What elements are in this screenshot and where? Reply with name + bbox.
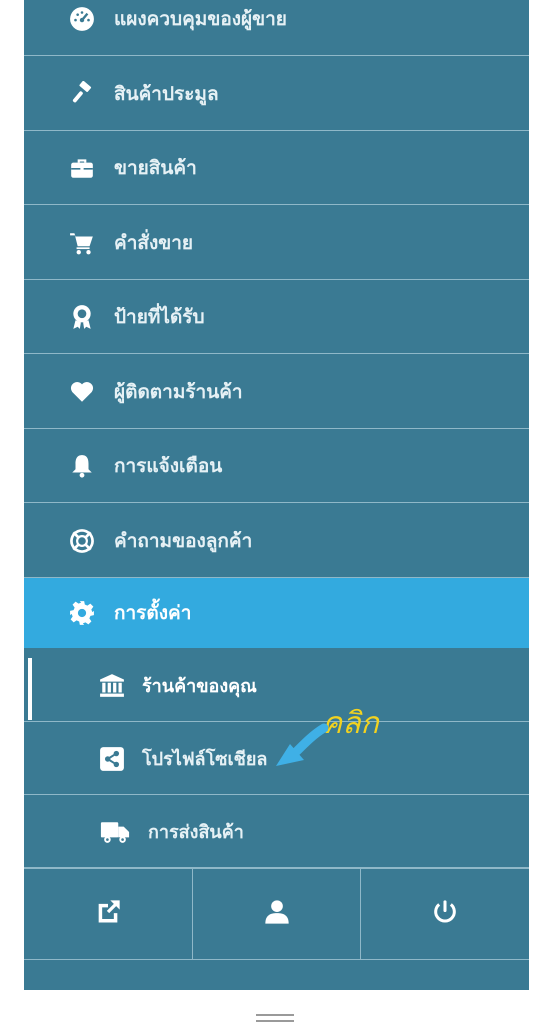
seller-sidebar: แผงควบคุมของผู้ขาย สินค้าประมูล ขายสินค้… [24, 0, 529, 990]
submenu-item-label: ร้านค้าของคุณ [142, 676, 257, 697]
menu-item-label: ป้ายที่ได้รับ [114, 305, 205, 328]
menu-item-shop-followers[interactable]: ผู้ติดตามร้านค้า [24, 355, 529, 429]
menu-item-received-badges[interactable]: ป้ายที่ได้รับ [24, 280, 529, 354]
briefcase-icon [68, 154, 96, 182]
truck-icon [98, 818, 132, 846]
menu-item-sales-orders[interactable]: คำสั่งขาย [24, 206, 529, 280]
home-indicator [256, 1014, 294, 1024]
submenu-item-your-shop[interactable]: ร้านค้าของคุณ [24, 650, 529, 722]
click-annotation-label: คลิก [322, 706, 379, 741]
menu-item-label: สินค้าประมูล [114, 82, 219, 105]
menu-item-seller-dashboard[interactable]: แผงควบคุมของผู้ขาย [24, 0, 529, 56]
power-icon [431, 898, 459, 930]
lifebuoy-icon [68, 527, 96, 555]
external-link-icon [94, 898, 122, 930]
menu-item-label: การแจ้งเตือน [114, 454, 223, 477]
user-icon [263, 898, 291, 930]
menu-item-label: ผู้ติดตามร้านค้า [114, 380, 243, 403]
open-shop-button[interactable] [24, 869, 193, 959]
bank-icon [98, 672, 126, 700]
gear-icon [68, 599, 96, 627]
award-icon [68, 303, 96, 331]
annotation-arrow-icon [276, 723, 328, 766]
menu-item-notifications[interactable]: การแจ้งเตือน [24, 429, 529, 503]
menu-item-auction-products[interactable]: สินค้าประมูล [24, 57, 529, 131]
submenu-item-label: การส่งสินค้า [148, 822, 244, 843]
menu-item-label: คำสั่งขาย [114, 231, 194, 254]
user-profile-button[interactable] [193, 869, 362, 959]
submenu-item-label: โปรไฟล์โซเชียล [142, 749, 268, 770]
menu-item-label: ขายสินค้า [114, 156, 197, 179]
cart-icon [68, 229, 96, 257]
dashboard-icon [68, 5, 96, 33]
menu-item-sell-products[interactable]: ขายสินค้า [24, 131, 529, 205]
logout-button[interactable] [361, 869, 529, 959]
submenu-item-shipping[interactable]: การส่งสินค้า [24, 796, 529, 868]
menu-item-settings[interactable]: การตั้งค่า [24, 578, 529, 648]
gavel-icon [68, 80, 96, 108]
menu-item-label: การตั้งค่า [114, 602, 192, 624]
menu-item-customer-questions[interactable]: คำถามของลูกค้า [24, 504, 529, 578]
share-icon [98, 745, 126, 773]
menu-item-label: คำถามของลูกค้า [114, 529, 253, 552]
menu-item-label: แผงควบคุมของผู้ขาย [114, 7, 287, 30]
sidebar-footer [24, 868, 529, 960]
bell-icon [68, 452, 96, 480]
heart-icon [68, 378, 96, 406]
